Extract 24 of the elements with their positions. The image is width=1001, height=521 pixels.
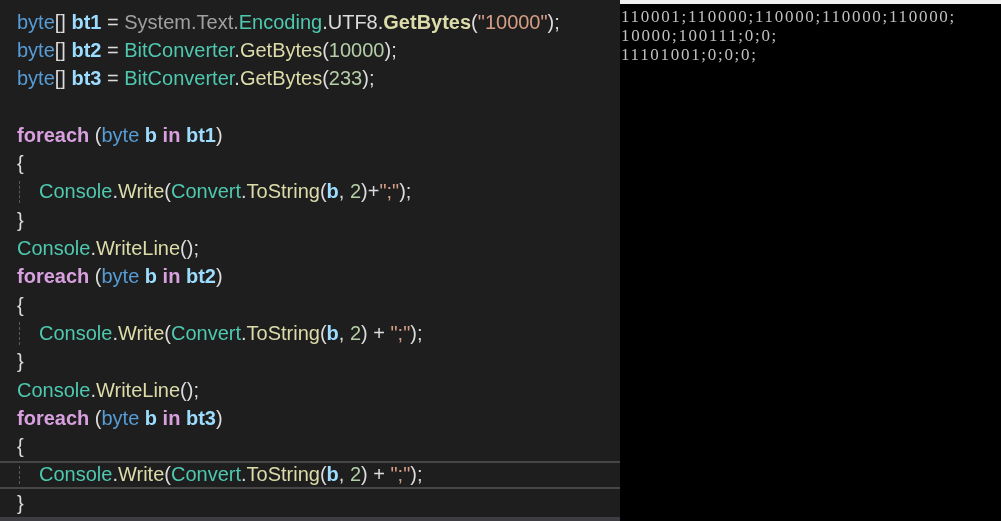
code-line: { — [17, 293, 24, 317]
code-line: Console.Write(Convert.ToString(b, 2) + ";"); — [39, 321, 423, 345]
code-line: Console.WriteLine(); — [17, 378, 199, 402]
code-line: byte[] bt1 = System.Text.Encoding.UTF8.GetBytes("10000"); — [17, 10, 560, 34]
console-output-line: 110001;110000;110000;110000;110000; — [620, 7, 957, 26]
code-line: byte[] bt2 = BitConverter.GetBytes(10000); — [17, 38, 397, 62]
code-line: } — [17, 208, 24, 232]
code-line: Console.Write(Convert.ToString(b, 2) + ";"); — [39, 463, 423, 487]
indent-guide — [19, 180, 20, 204]
console-output-line: 10000;100111;0;0; — [620, 26, 780, 45]
code-line: } — [17, 491, 24, 515]
indent-guide — [19, 465, 20, 485]
code-line: foreach (byte b in bt2) — [17, 265, 223, 289]
code-line: foreach (byte b in bt1) — [17, 123, 223, 147]
code-editor[interactable] — [0, 0, 620, 521]
code-line: { — [17, 435, 24, 459]
code-line: } — [17, 350, 24, 374]
code-line: byte[] bt3 = BitConverter.GetBytes(233); — [17, 67, 375, 91]
indent-guide — [19, 322, 20, 345]
console-output-line: 11101001;0;0;0; — [620, 45, 759, 64]
code-line: Console.WriteLine(); — [17, 237, 199, 260]
code-line: foreach (byte b in bt3) — [17, 406, 223, 430]
code-line: { — [17, 152, 24, 176]
code-line: Console.Write(Convert.ToString(b, 2)+";"); — [39, 180, 412, 204]
